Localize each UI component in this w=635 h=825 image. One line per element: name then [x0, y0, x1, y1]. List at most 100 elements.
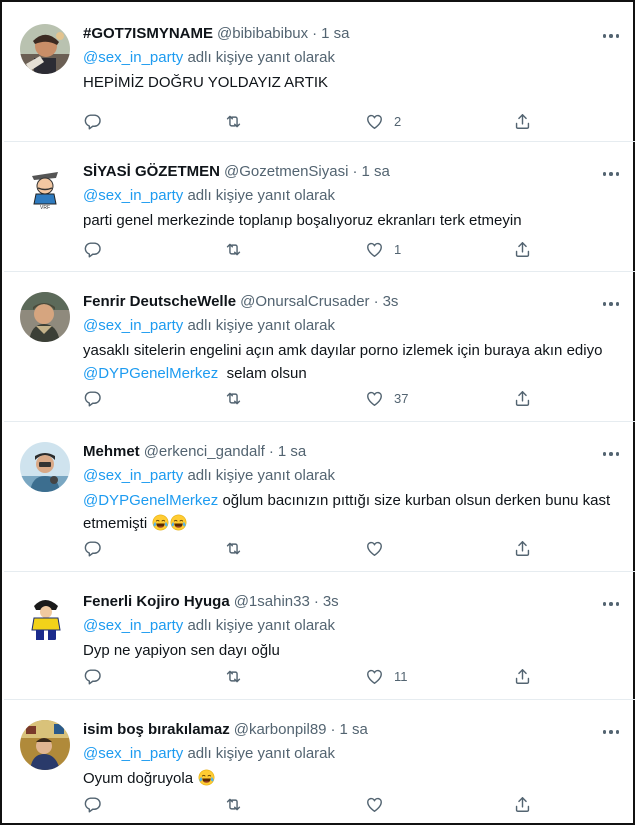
user-handle[interactable]: @1sahin33 — [234, 592, 310, 612]
timestamp[interactable]: 1 sa — [321, 24, 349, 44]
reply-mention-link[interactable]: @sex_in_party — [83, 49, 183, 66]
tweet-text: parti genel merkezinde toplanıp boşalıyo… — [83, 212, 522, 229]
reply-context-label: adlı kişiye yanıt olarak — [183, 49, 336, 66]
reply-mention-link[interactable]: @sex_in_party — [83, 745, 183, 762]
reply-button[interactable] — [83, 237, 102, 261]
like-button[interactable] — [365, 536, 394, 560]
reply-context-label: adlı kişiye yanıt olarak — [183, 317, 336, 334]
reply-button[interactable] — [83, 792, 102, 816]
tweet[interactable]: Fenerli Kojiro Hyuga @1sahin33 · 3s @sex… — [4, 572, 635, 700]
reply-context: @sex_in_party adlı kişiye yanıt olarak — [83, 616, 619, 636]
tweet-text: yasaklı sitelerin engelini açın amk dayı… — [83, 339, 619, 385]
reply-mention-link[interactable]: @sex_in_party — [83, 317, 183, 334]
more-icon[interactable] — [601, 166, 621, 182]
heart-icon — [365, 389, 384, 408]
share-icon — [513, 667, 532, 686]
like-button[interactable]: 1 — [365, 237, 401, 261]
display-name[interactable]: Fenrir DeutscheWelle — [83, 292, 236, 312]
avatar[interactable] — [20, 292, 70, 342]
reply-button[interactable] — [83, 109, 102, 133]
like-count: 11 — [394, 668, 408, 684]
tweet-text-part: Oyum doğruyola — [83, 770, 198, 787]
reply-mention-link[interactable]: @sex_in_party — [83, 187, 183, 204]
separator-dot: · — [373, 293, 379, 310]
share-button[interactable] — [513, 536, 532, 560]
tweet[interactable]: #GOT7ISMYNAME @bibibabibux · 1 sa @sex_i… — [4, 4, 635, 142]
user-handle[interactable]: @karbonpil89 — [234, 720, 327, 740]
tweet-text-part: yasaklı sitelerin engelini açın amk dayı… — [83, 342, 603, 359]
more-icon[interactable] — [601, 446, 621, 462]
tweet[interactable]: VRF SİYASİ GÖZETMEN @GozetmenSiyasi · 1 … — [4, 142, 635, 272]
tweet-header: Mehmet @erkenci_gandalf · 1 sa — [83, 442, 619, 462]
reply-button[interactable] — [83, 664, 102, 688]
tweet[interactable]: Mehmet @erkenci_gandalf · 1 sa @sex_in_p… — [4, 422, 635, 572]
reply-context: @sex_in_party adlı kişiye yanıt olarak — [83, 744, 619, 764]
reply-button[interactable] — [83, 536, 102, 560]
reply-mention-link[interactable]: @sex_in_party — [83, 617, 183, 634]
mention-link[interactable]: @DYPGenelMerkez — [83, 365, 218, 382]
like-button[interactable]: 2 — [365, 109, 401, 133]
retweet-button[interactable] — [224, 536, 243, 560]
share-button[interactable] — [513, 109, 532, 133]
tweet-content: isim boş bırakılamaz @karbonpil89 · 1 sa… — [83, 720, 619, 790]
tweet[interactable]: Fenrir DeutscheWelle @OnursalCrusader · … — [4, 272, 635, 422]
retweet-button[interactable] — [224, 237, 243, 261]
user-handle[interactable]: @OnursalCrusader — [240, 292, 369, 312]
user-handle[interactable]: @GozetmenSiyasi — [224, 162, 348, 182]
like-button[interactable]: 37 — [365, 386, 408, 410]
reply-icon — [83, 667, 102, 686]
share-button[interactable] — [513, 237, 532, 261]
share-button[interactable] — [513, 792, 532, 816]
tweet-text: Dyp ne yapiyon sen dayı oğlu — [83, 642, 280, 659]
more-icon[interactable] — [601, 596, 621, 612]
tears-of-joy-emoji — [170, 514, 187, 531]
retweet-button[interactable] — [224, 792, 243, 816]
share-icon — [513, 539, 532, 558]
more-icon[interactable] — [601, 724, 621, 740]
avatar[interactable] — [20, 720, 70, 770]
display-name[interactable]: Mehmet — [83, 442, 140, 462]
tweet-actions: 11 — [83, 664, 543, 688]
reply-mention-link[interactable]: @sex_in_party — [83, 467, 183, 484]
heart-icon — [365, 240, 384, 259]
timestamp[interactable]: 1 sa — [361, 162, 389, 182]
tweet-header: Fenerli Kojiro Hyuga @1sahin33 · 3s — [83, 592, 619, 612]
user-handle[interactable]: @erkenci_gandalf — [144, 442, 265, 462]
tweet[interactable]: isim boş bırakılamaz @karbonpil89 · 1 sa… — [4, 700, 635, 825]
like-button[interactable]: 11 — [365, 664, 408, 688]
avatar[interactable] — [20, 592, 70, 642]
display-name[interactable]: #GOT7ISMYNAME — [83, 24, 213, 44]
avatar[interactable] — [20, 24, 70, 74]
share-button[interactable] — [513, 664, 532, 688]
reply-context: @sex_in_party adlı kişiye yanıt olarak — [83, 466, 619, 486]
share-icon — [513, 389, 532, 408]
display-name[interactable]: Fenerli Kojiro Hyuga — [83, 592, 230, 612]
reply-context-label: adlı kişiye yanıt olarak — [183, 745, 336, 762]
separator-dot: · — [330, 721, 336, 738]
retweet-button[interactable] — [224, 386, 243, 410]
reply-button[interactable] — [83, 386, 102, 410]
avatar[interactable] — [20, 442, 70, 492]
tweet-actions: 2 — [83, 109, 543, 133]
more-icon[interactable] — [601, 28, 621, 44]
like-button[interactable] — [365, 792, 394, 816]
mention-link[interactable]: @DYPGenelMerkez — [83, 492, 218, 509]
retweet-button[interactable] — [224, 664, 243, 688]
tweet-content: Fenrir DeutscheWelle @OnursalCrusader · … — [83, 292, 619, 385]
retweet-button[interactable] — [224, 109, 243, 133]
more-icon[interactable] — [601, 296, 621, 312]
timestamp[interactable]: 3s — [383, 292, 399, 312]
timestamp[interactable]: 1 sa — [340, 720, 368, 740]
user-handle[interactable]: @bibibabibux — [217, 24, 308, 44]
display-name[interactable]: isim boş bırakılamaz — [83, 720, 230, 740]
heart-icon — [365, 795, 384, 814]
timestamp[interactable]: 1 sa — [278, 442, 306, 462]
retweet-icon — [224, 667, 243, 686]
display-name[interactable]: SİYASİ GÖZETMEN — [83, 162, 220, 182]
share-button[interactable] — [513, 386, 532, 410]
separator-dot: · — [268, 443, 274, 460]
timestamp[interactable]: 3s — [323, 592, 339, 612]
reply-icon — [83, 539, 102, 558]
share-icon — [513, 795, 532, 814]
avatar[interactable]: VRF — [20, 162, 70, 212]
